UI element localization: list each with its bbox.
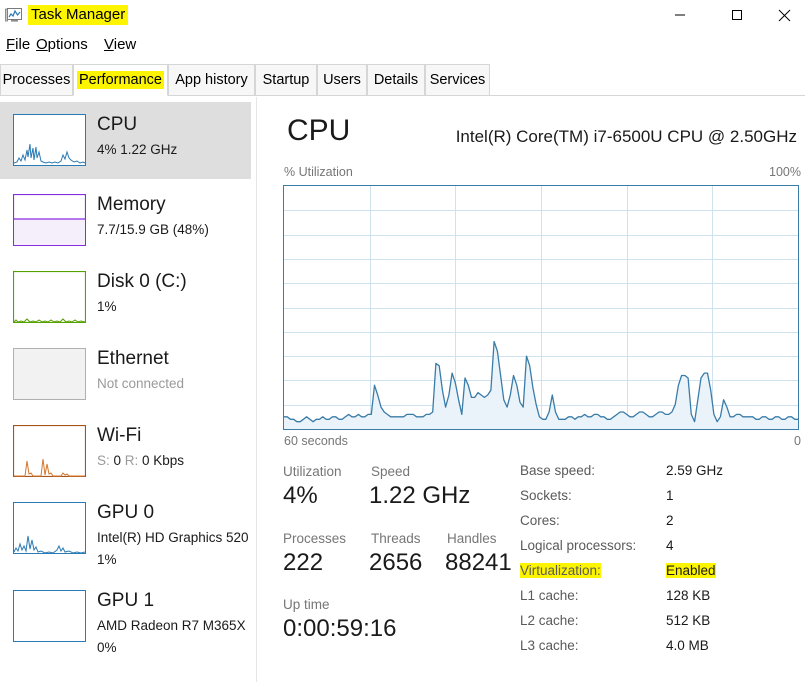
title-bar: Task Manager — [0, 0, 805, 32]
ethernet-thumbnail-graph — [13, 348, 86, 400]
menu-file[interactable]: File — [6, 36, 30, 53]
stat-label-utilization: Utilization — [283, 464, 342, 479]
stat-label-uptime: Up time — [283, 597, 330, 612]
menu-options[interactable]: Options — [36, 36, 88, 53]
spec-label-logical-processors: Logical processors: — [520, 538, 637, 553]
gpu1-thumbnail-graph — [13, 590, 86, 642]
sidebar-item-cpu-sub: 4% 1.22 GHz — [97, 142, 178, 157]
sidebar-item-wifi-sub: S: 0 R: 0 Kbps — [97, 453, 185, 468]
sidebar-item-gpu-1-sub: AMD Radeon R7 M365X — [97, 618, 246, 633]
memory-thumbnail-graph — [13, 194, 86, 246]
sidebar-item-gpu-0[interactable]: GPU 0 Intel(R) HD Graphics 520 1% — [0, 490, 251, 578]
graph-x-axis-label: 60 seconds — [284, 434, 348, 448]
page-title: CPU — [287, 114, 351, 147]
spec-value-cores: 2 — [666, 513, 674, 528]
sidebar-item-gpu-0-usage: 1% — [97, 552, 117, 567]
spec-label-sockets: Sockets: — [520, 488, 572, 503]
sidebar-item-disk-0[interactable]: Disk 0 (C:) 1% — [0, 259, 251, 336]
cpu-thumbnail-graph — [13, 114, 86, 166]
spec-value-logical-processors: 4 — [666, 538, 674, 553]
spec-label-virtualization: Virtualization: — [520, 563, 601, 578]
disk-thumbnail-graph — [13, 271, 86, 323]
sidebar-item-cpu-title: CPU — [97, 114, 138, 135]
stat-value-processes: 222 — [283, 549, 324, 576]
tab-users[interactable]: Users — [317, 64, 367, 95]
spec-value-virtualization: Enabled — [666, 563, 716, 578]
sidebar-item-disk-0-sub: 1% — [97, 299, 117, 314]
spec-value-l3-cache: 4.0 MB — [666, 638, 709, 653]
sidebar-item-gpu-0-sub: Intel(R) HD Graphics 520 — [97, 530, 249, 545]
cpu-model-name: Intel(R) Core(TM) i7-6500U CPU @ 2.50GHz — [455, 127, 797, 146]
stat-value-uptime: 0:00:59:16 — [283, 615, 397, 642]
tab-details[interactable]: Details — [367, 64, 425, 95]
tab-startup[interactable]: Startup — [255, 64, 317, 95]
spec-value-base-speed: 2.59 GHz — [666, 463, 724, 478]
spec-label-base-speed: Base speed: — [520, 463, 596, 478]
maximize-button[interactable] — [714, 0, 760, 30]
tab-performance[interactable]: Performance — [73, 64, 168, 96]
sidebar-item-gpu-0-title: GPU 0 — [97, 502, 155, 523]
sidebar-item-ethernet[interactable]: Ethernet Not connected — [0, 336, 251, 413]
sidebar-item-wifi-title: Wi-Fi — [97, 425, 142, 446]
stat-label-handles: Handles — [447, 531, 497, 546]
menu-view[interactable]: View — [104, 36, 136, 53]
sidebar-item-cpu[interactable]: CPU 4% 1.22 GHz — [0, 102, 251, 179]
close-button[interactable] — [761, 0, 805, 30]
sidebar-item-memory-title: Memory — [97, 194, 166, 215]
spec-label-l3-cache: L3 cache: — [520, 638, 579, 653]
spec-label-l2-cache: L2 cache: — [520, 613, 579, 628]
stat-value-handles: 88241 — [445, 549, 512, 576]
graph-y-axis-label: % Utilization — [284, 165, 353, 179]
stat-value-threads: 2656 — [369, 549, 423, 576]
stat-value-speed: 1.22 GHz — [369, 482, 471, 509]
cpu-utilization-chart — [284, 186, 798, 429]
sidebar-item-gpu-1-usage: 0% — [97, 640, 117, 655]
sidebar-item-gpu-1[interactable]: GPU 1 AMD Radeon R7 M365X 0% — [0, 578, 251, 666]
spec-label-l1-cache: L1 cache: — [520, 588, 579, 603]
graph-x-axis-zero-label: 0 — [794, 434, 801, 448]
sidebar-item-memory[interactable]: Memory 7.7/15.9 GB (48%) — [0, 182, 251, 259]
sidebar-item-ethernet-title: Ethernet — [97, 348, 169, 369]
sidebar-item-disk-0-title: Disk 0 (C:) — [97, 271, 187, 292]
sidebar-item-memory-sub: 7.7/15.9 GB (48%) — [97, 222, 209, 237]
spec-value-sockets: 1 — [666, 488, 674, 503]
cpu-detail-pane: CPU Intel(R) Core(TM) i7-6500U CPU @ 2.5… — [257, 97, 805, 682]
spec-label-cores: Cores: — [520, 513, 560, 528]
task-manager-window: Task Manager File Options View Processes… — [0, 0, 805, 682]
spec-value-l2-cache: 512 KB — [666, 613, 711, 628]
spec-value-l1-cache: 128 KB — [666, 588, 711, 603]
cpu-utilization-graph — [283, 185, 799, 430]
minimize-button[interactable] — [657, 0, 703, 30]
stat-label-speed: Speed — [371, 464, 411, 479]
window-title: Task Manager — [28, 5, 129, 25]
stat-label-threads: Threads — [371, 531, 421, 546]
stat-value-utilization: 4% — [283, 482, 318, 509]
sidebar-item-ethernet-sub: Not connected — [97, 376, 185, 391]
graph-y-axis-max-label: 100% — [769, 165, 801, 179]
tab-services[interactable]: Services — [425, 64, 490, 95]
tab-strip: Processes Performance App history Startu… — [0, 64, 805, 96]
gpu0-thumbnail-graph — [13, 502, 86, 554]
tab-processes[interactable]: Processes — [0, 64, 73, 95]
resource-sidebar[interactable]: CPU 4% 1.22 GHz Memory 7.7/15.9 GB (48%) — [0, 97, 257, 682]
sidebar-item-wifi[interactable]: Wi-Fi S: 0 R: 0 Kbps — [0, 413, 251, 490]
sidebar-item-gpu-1-title: GPU 1 — [97, 590, 155, 611]
wifi-thumbnail-graph — [13, 425, 86, 477]
tab-app-history[interactable]: App history — [168, 64, 255, 95]
task-manager-icon — [5, 7, 23, 23]
stat-label-processes: Processes — [283, 531, 347, 546]
menu-bar: File Options View — [0, 36, 805, 60]
